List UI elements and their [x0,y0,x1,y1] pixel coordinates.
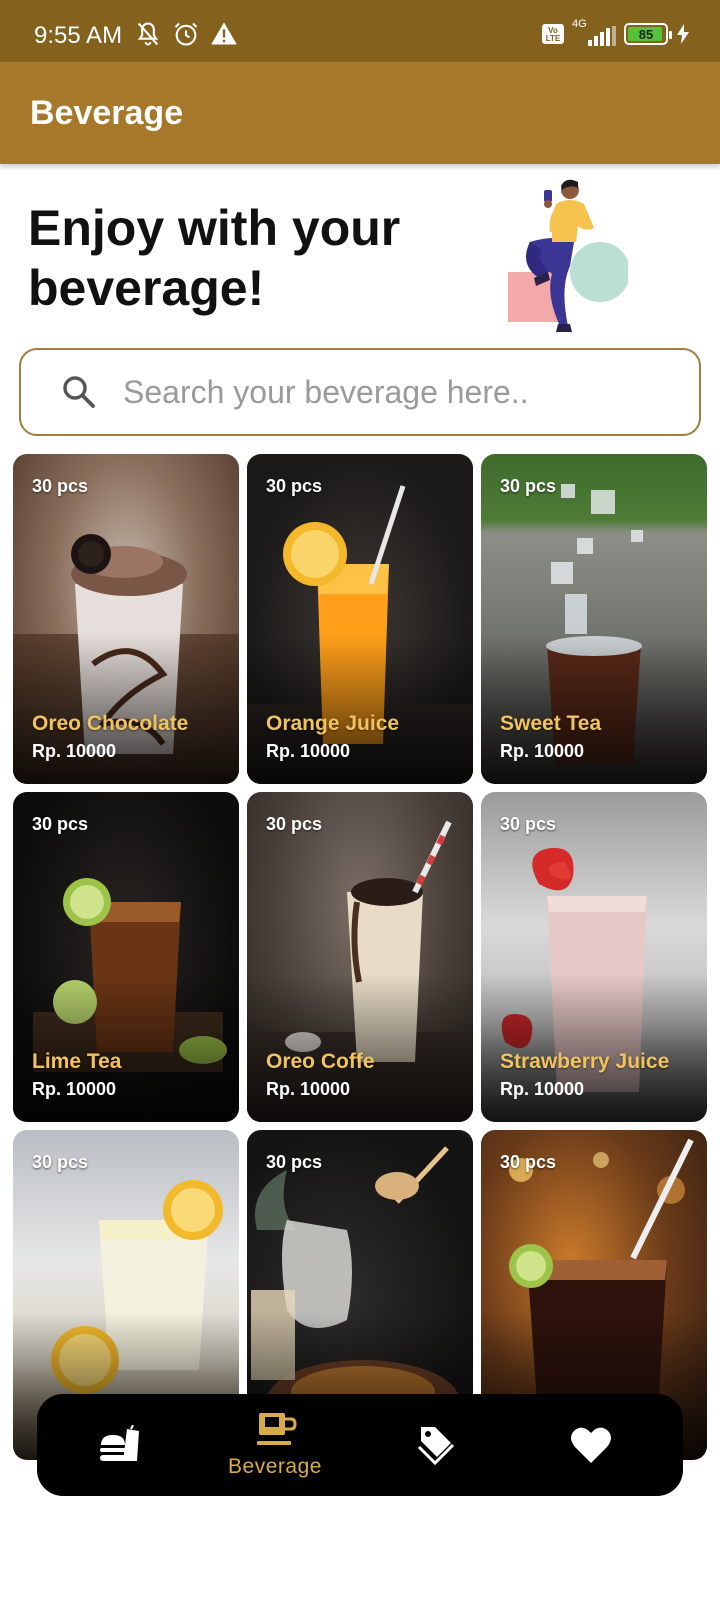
product-name: Sweet Tea [500,712,602,735]
product-grid: 30 pcs Oreo Chocolate Rp. 10000 30 pcs O… [13,454,707,1460]
status-time: 9:55 AM [34,22,123,49]
product-stock: 30 pcs [266,814,323,834]
product-card-strawberry-juice[interactable]: 30 pcs Strawberry Juice Rp. 10000 [481,792,707,1122]
product-price: Rp. 10000 [500,741,585,761]
product-price: Rp. 10000 [32,1079,117,1099]
product-name: Strawberry Juice [500,1050,670,1073]
warning-icon [211,22,237,45]
network-type: 4G [572,18,587,30]
search-bar[interactable] [19,348,701,436]
product-card-sweet-tea[interactable]: 30 pcs Sweet Tea Rp. 10000 [481,454,707,784]
product-price: Rp. 10000 [32,741,117,761]
coffee-cup-icon [257,1413,297,1445]
nav-item-promo[interactable] [355,1394,515,1496]
nav-label-beverage: Beverage [228,1455,322,1478]
nav-item-beverage[interactable]: Beverage [195,1394,355,1496]
product-stock: 30 pcs [500,1152,557,1172]
hero-title: Enjoy with your beverage! [28,200,401,316]
product-stock: 30 pcs [32,1152,89,1172]
product-stock: 30 pcs [500,814,557,834]
status-system-icons: Vo LTE 4G 85 [542,18,690,46]
nav-item-food[interactable] [39,1394,199,1496]
product-price: Rp. 10000 [266,1079,351,1099]
product-price: Rp. 10000 [266,741,351,761]
app-title: Beverage [30,94,184,132]
search-icon[interactable] [59,372,99,412]
heart-icon [571,1427,611,1463]
mute-icon [137,22,159,46]
status-bar: 9:55 AM Vo LTE 4G 85 [0,0,720,62]
product-name: Orange Juice [266,712,400,735]
battery-level: 85 [638,26,654,42]
product-card-oreo-chocolate[interactable]: 30 pcs Oreo Chocolate Rp. 10000 [13,454,239,784]
product-name: Oreo Chocolate [32,712,189,735]
signal-icon: 4G [572,18,616,46]
food-icon [100,1425,139,1461]
bottom-navigation: Beverage [37,1394,683,1496]
product-name: Lime Tea [32,1050,122,1073]
product-stock: 30 pcs [32,814,89,834]
person-drinking-illustration [508,179,628,332]
product-card-orange-juice[interactable]: 30 pcs Orange Juice Rp. 10000 [247,454,473,784]
product-stock: 30 pcs [266,1152,323,1172]
product-card-lime-tea[interactable]: 30 pcs Lime Tea Rp. 10000 [13,792,239,1122]
tag-icon [417,1427,455,1465]
search-input[interactable] [123,364,683,420]
product-card-oreo-coffe[interactable]: 30 pcs Oreo Coffe Rp. 10000 [247,792,473,1122]
volte-icon: Vo LTE [542,24,564,44]
product-price: Rp. 10000 [500,1079,585,1099]
product-stock: 30 pcs [500,476,557,496]
nav-item-favorites[interactable] [511,1394,671,1496]
charging-icon [677,24,689,44]
alarm-icon [174,22,198,46]
app-bar: Beverage [0,62,720,164]
product-stock: 30 pcs [266,476,323,496]
status-notification-icons [134,20,238,48]
product-name: Oreo Coffe [266,1050,375,1073]
beverage-screen: 9:55 AM Vo LTE 4G 85 Beverage Enjoy with… [0,0,720,1600]
product-stock: 30 pcs [32,476,89,496]
battery-icon: 85 [624,23,672,45]
